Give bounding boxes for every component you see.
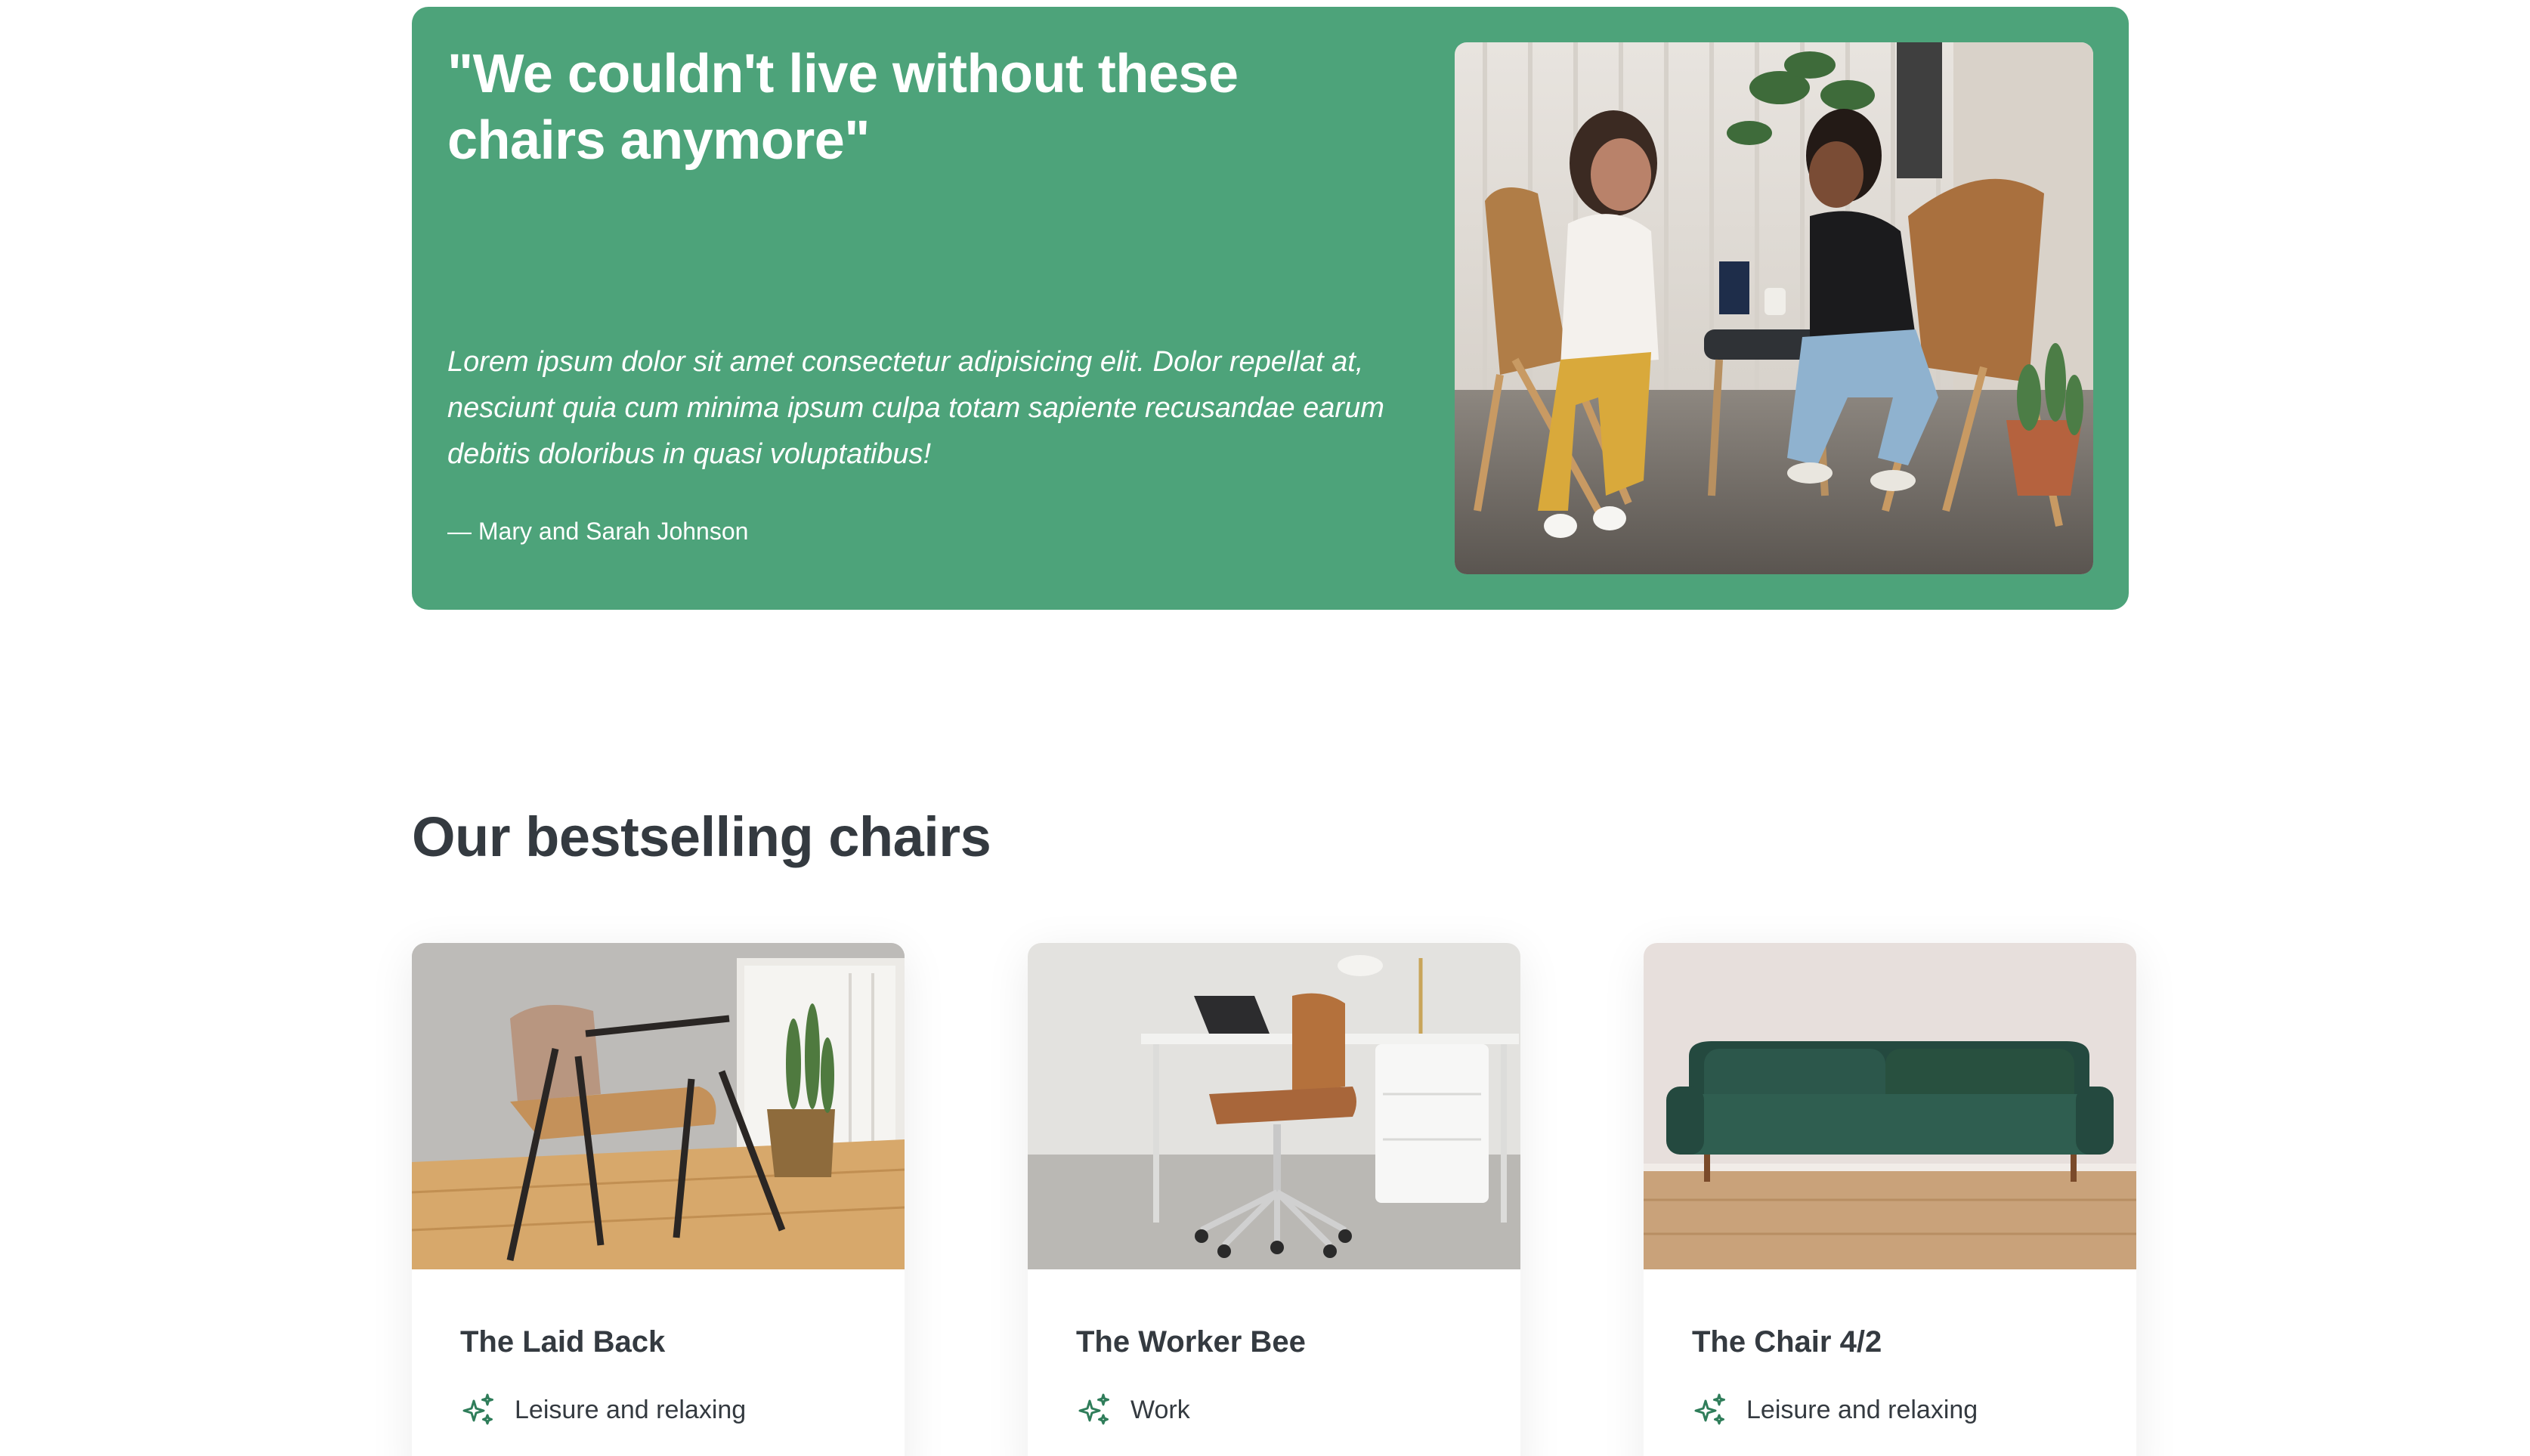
bestsellers-title: Our bestselling chairs xyxy=(412,805,991,868)
page: "We couldn't live without these chairs a… xyxy=(0,0,2530,1456)
testimonial-photo xyxy=(1455,42,2093,574)
product-image xyxy=(1644,943,2136,1269)
product-category: Leisure and relaxing xyxy=(1746,1396,1978,1424)
product-card-body: The Worker Bee Work xyxy=(1076,1321,1490,1428)
sparkles-icon xyxy=(1078,1393,1109,1425)
testimonial-text: Lorem ipsum dolor sit amet consectetur a… xyxy=(447,346,1384,470)
product-image xyxy=(412,943,905,1269)
sparkles-icon xyxy=(462,1393,493,1425)
sparkles-icon xyxy=(1694,1393,1725,1425)
product-card[interactable]: The Worker Bee Work xyxy=(1028,943,1520,1456)
product-card-body: The Laid Back Leisure and relaxing xyxy=(460,1321,874,1428)
product-category: Leisure and relaxing xyxy=(515,1396,747,1424)
product-name[interactable]: The Chair 4/2 xyxy=(1692,1321,2106,1363)
product-card[interactable]: The Chair 4/2 Leisure and relaxing xyxy=(1644,943,2136,1456)
product-category: Work xyxy=(1130,1396,1190,1424)
product-name[interactable]: The Laid Back xyxy=(460,1321,874,1363)
product-name[interactable]: The Worker Bee xyxy=(1076,1321,1490,1363)
product-card[interactable]: The Laid Back Leisure and relaxing xyxy=(412,943,905,1456)
product-attribute: Leisure and relaxing xyxy=(1692,1392,2106,1428)
product-attribute: Work xyxy=(1076,1392,1490,1428)
product-image xyxy=(1028,943,1520,1269)
testimonial-author: — Mary and Sarah Johnson xyxy=(447,518,749,545)
product-attribute: Leisure and relaxing xyxy=(460,1392,874,1428)
testimonial-quote: "We couldn't live without these chairs a… xyxy=(447,44,1239,171)
product-card-body: The Chair 4/2 Leisure and relaxing xyxy=(1692,1321,2106,1428)
testimonial-section: "We couldn't live without these chairs a… xyxy=(412,7,2129,610)
